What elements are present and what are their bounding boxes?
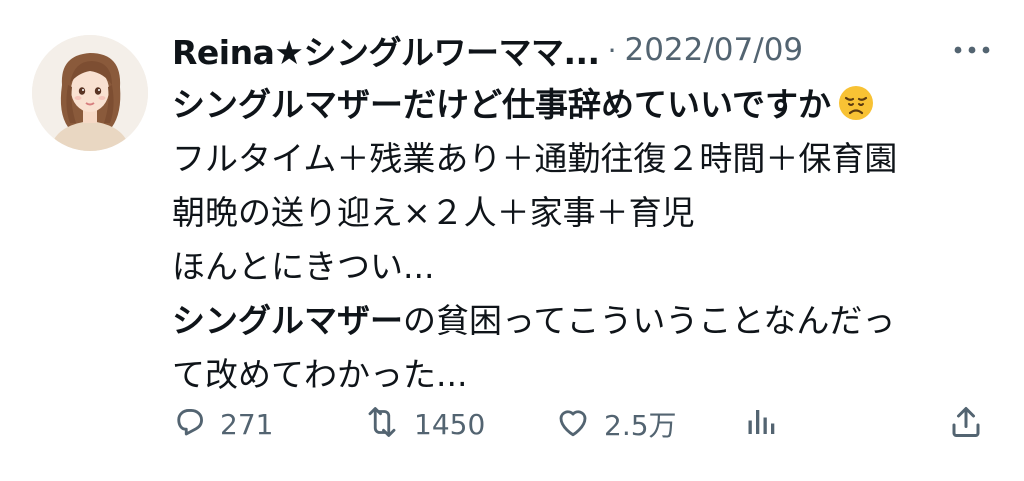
avatar[interactable] <box>32 35 148 151</box>
body-line-2: フルタイム＋残業あり＋通勤往復２時間＋保育園 <box>172 139 898 178</box>
retweet-icon <box>362 404 402 444</box>
retweet-button[interactable]: 1450 <box>362 398 485 450</box>
tweet[interactable]: Reina★シングルワーママ... · 2022/07/09 シングルマザーだけ… <box>0 0 1024 481</box>
views-icon <box>744 404 780 444</box>
reply-count: 271 <box>220 407 274 441</box>
tweet-date[interactable]: 2022/07/09 <box>624 32 803 68</box>
disappointed-face-icon <box>837 84 875 138</box>
display-name[interactable]: Reina★シングルワーママ... <box>172 26 600 74</box>
body-line-5-rest: の貧困ってこういうことなんだっ <box>403 301 896 340</box>
body-line-5: シングルマザーの貧困ってこういうことなんだっ <box>172 294 992 348</box>
body-line-6: て改めてわかった... <box>172 355 468 394</box>
heart-icon <box>554 404 592 444</box>
action-bar: 271 1450 2.5万 <box>172 398 992 450</box>
reply-button[interactable]: 271 <box>172 398 273 450</box>
tweet-body: シングルマザーだけど仕事辞めていいですか フルタイム＋残業あり＋通勤往復２時間＋… <box>172 78 992 402</box>
body-line-1: シングルマザーだけど仕事辞めていいですか <box>172 78 992 132</box>
views-button[interactable] <box>744 398 780 450</box>
share-icon <box>948 404 984 444</box>
tweet-header: Reina★シングルワーママ... · 2022/07/09 <box>172 28 994 72</box>
more-icon[interactable] <box>950 32 994 68</box>
like-count: 2.5万 <box>604 409 677 442</box>
like-button[interactable]: 2.5万 <box>554 398 677 450</box>
header-separator: · <box>607 33 617 67</box>
body-line-4: ほんとにきつい... <box>172 247 435 286</box>
body-line-3: 朝晩の送り迎え×２人＋家事＋育児 <box>172 193 695 232</box>
reply-icon <box>172 404 208 444</box>
avatar-illustration-icon <box>32 35 148 151</box>
body-line-1-bold: シングルマザーだけど仕事辞めていいですか <box>172 85 832 124</box>
share-button[interactable] <box>948 398 984 450</box>
retweet-count: 1450 <box>414 407 486 441</box>
body-line-5-bold: シングルマザー <box>172 301 403 340</box>
